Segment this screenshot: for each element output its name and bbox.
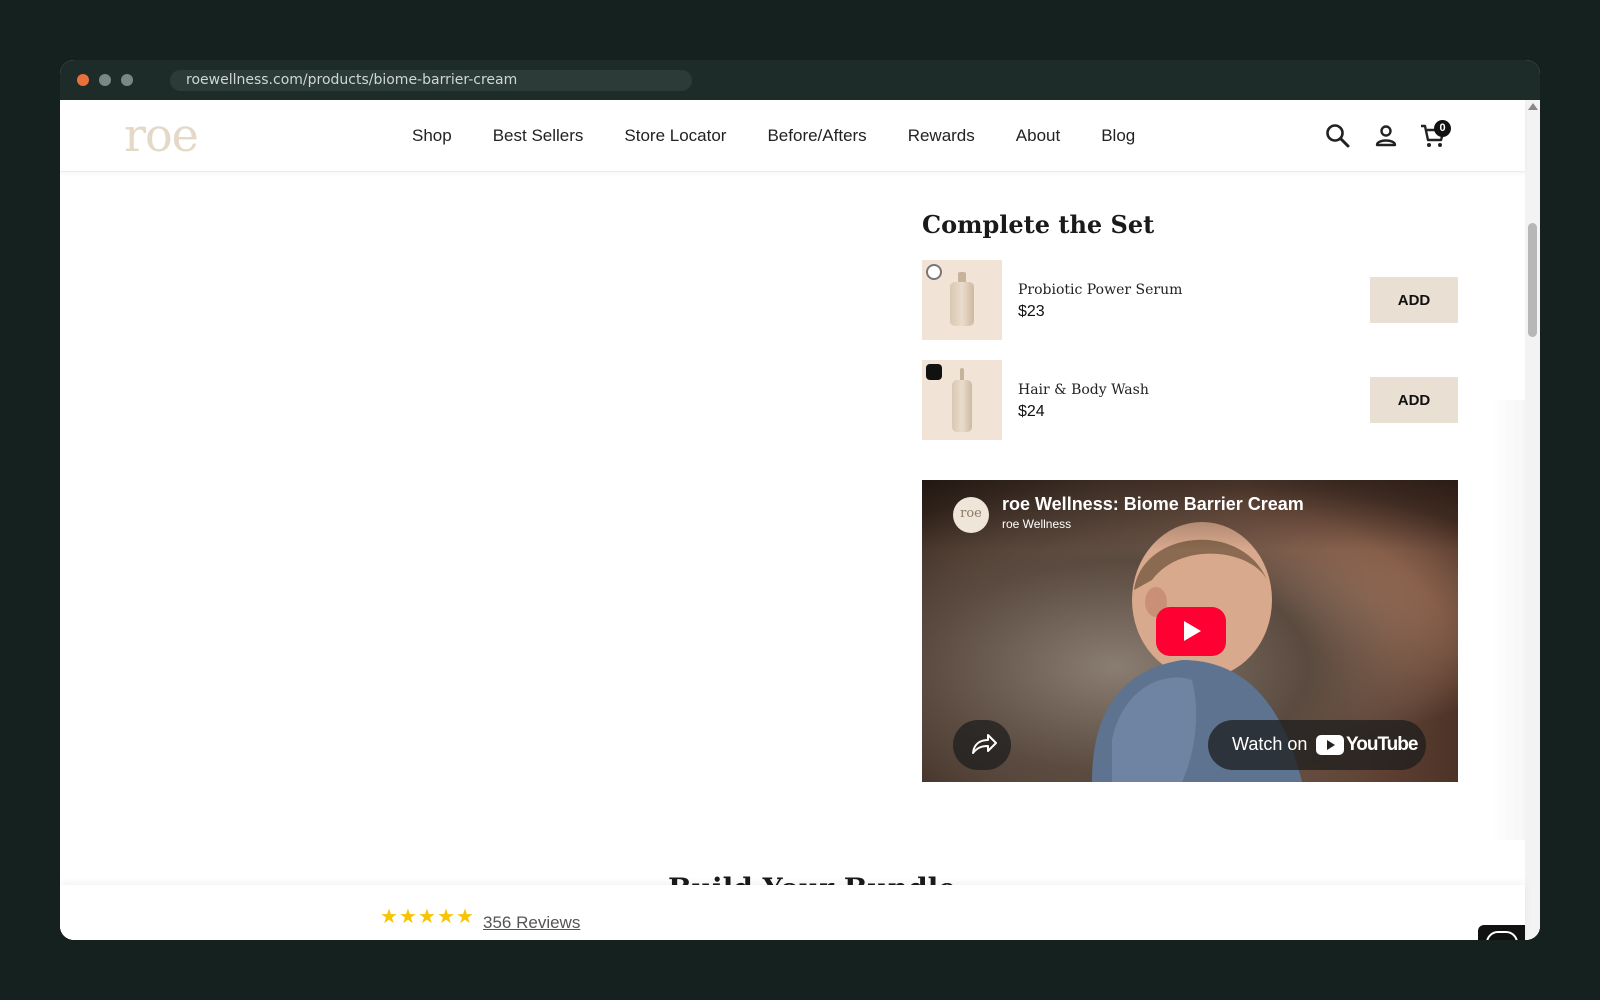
star-icon: ★ — [380, 906, 398, 928]
video-channel[interactable]: roe Wellness — [1002, 517, 1071, 531]
star-icon: ★ — [456, 906, 474, 928]
product-thumbnail[interactable] — [922, 260, 1002, 340]
minimize-window-button[interactable] — [99, 74, 111, 86]
page-scrollbar[interactable] — [1525, 100, 1540, 940]
browser-window: roewellness.com/products/biome-barrier-c… — [60, 60, 1540, 940]
side-panel-shadow — [1490, 400, 1525, 840]
scroll-up-arrow[interactable] — [1528, 103, 1538, 110]
product-name[interactable]: Hair & Body Wash — [1018, 382, 1149, 398]
nav-about[interactable]: About — [1016, 126, 1060, 146]
video-title[interactable]: roe Wellness: Biome Barrier Cream — [1002, 494, 1304, 515]
maximize-window-button[interactable] — [121, 74, 133, 86]
product-price: $24 — [1018, 403, 1045, 420]
cart-count-badge: 0 — [1434, 120, 1451, 137]
reviews-link[interactable]: 356 Reviews — [483, 913, 580, 933]
close-window-button[interactable] — [77, 74, 89, 86]
chat-widget-button[interactable] — [1478, 925, 1525, 940]
complete-the-set-title: Complete the Set — [922, 210, 1155, 239]
product-price: $23 — [1018, 303, 1045, 320]
video-header-shade — [922, 480, 1458, 550]
page-viewport: roe Shop Best Sellers Store Locator Befo… — [60, 100, 1540, 940]
star-rating: ★ ★ ★ ★ ★ — [380, 906, 475, 928]
sticky-review-bar: ★ ★ ★ ★ ★ 356 Reviews — [60, 885, 1525, 940]
set-item-hair-body-wash: Hair & Body Wash $24 ADD — [922, 360, 1458, 440]
star-icon: ★ — [418, 906, 436, 928]
nav-rewards[interactable]: Rewards — [908, 126, 975, 146]
bottle-image — [950, 282, 974, 326]
nav-shop[interactable]: Shop — [412, 126, 452, 146]
play-button[interactable] — [1156, 607, 1226, 656]
share-icon — [972, 734, 997, 754]
main-nav: Shop Best Sellers Store Locator Before/A… — [412, 100, 1176, 172]
youtube-logo: YouTube — [1316, 733, 1418, 757]
nav-blog[interactable]: Blog — [1101, 126, 1135, 146]
site-logo[interactable]: roe — [124, 108, 199, 162]
star-icon: ★ — [437, 906, 455, 928]
address-bar[interactable]: roewellness.com/products/biome-barrier-c… — [170, 70, 692, 91]
youtube-play-icon — [1316, 735, 1344, 755]
channel-avatar[interactable]: roe — [953, 497, 989, 533]
youtube-video-embed[interactable]: roe roe Wellness: Biome Barrier Cream ro… — [922, 480, 1458, 782]
nav-store-locator[interactable]: Store Locator — [624, 126, 726, 146]
nav-before-afters[interactable]: Before/Afters — [767, 126, 866, 146]
nav-best-sellers[interactable]: Best Sellers — [493, 126, 584, 146]
add-button[interactable]: ADD — [1370, 377, 1458, 423]
share-button[interactable] — [953, 720, 1011, 770]
site-header: roe Shop Best Sellers Store Locator Befo… — [60, 100, 1525, 172]
watch-on-youtube-button[interactable]: Watch on YouTube — [1208, 720, 1426, 770]
scroll-thumb[interactable] — [1528, 223, 1537, 337]
youtube-wordmark: YouTube — [1346, 734, 1418, 755]
watch-on-label: Watch on — [1232, 734, 1308, 754]
set-item-probiotic-serum: Probiotic Power Serum $23 ADD — [922, 260, 1458, 340]
bottle-image — [952, 380, 972, 432]
product-name[interactable]: Probiotic Power Serum — [1018, 282, 1182, 298]
badge-icon — [926, 264, 942, 280]
product-thumbnail[interactable] — [922, 360, 1002, 440]
account-icon[interactable] — [1372, 122, 1400, 150]
star-icon: ★ — [399, 906, 417, 928]
badge-icon — [926, 364, 942, 380]
search-icon[interactable] — [1324, 122, 1352, 150]
add-button[interactable]: ADD — [1370, 277, 1458, 323]
browser-chrome: roewellness.com/products/biome-barrier-c… — [60, 60, 1540, 100]
